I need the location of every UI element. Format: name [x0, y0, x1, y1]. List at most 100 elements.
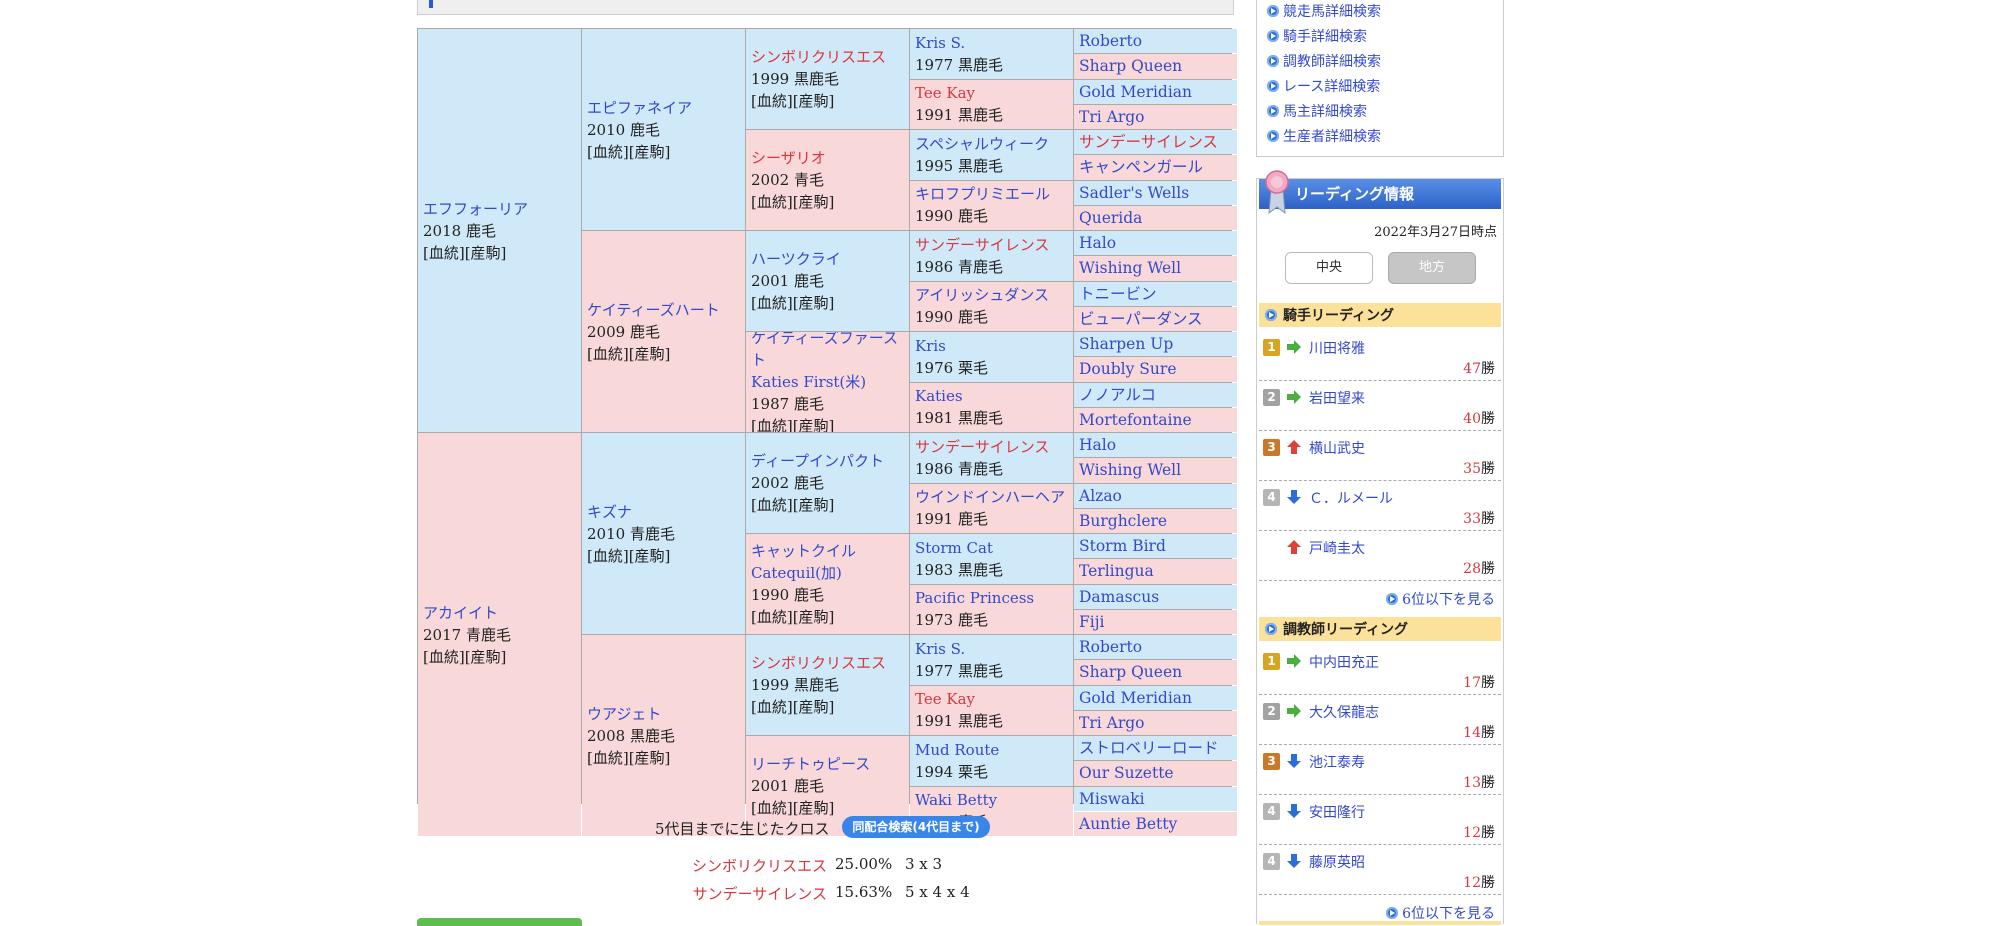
horse-name-link[interactable]: ウアジェト [587, 703, 740, 725]
leading-name-link[interactable]: 藤原英昭 [1309, 852, 1365, 872]
pedigree-links[interactable]: [血統][産駒] [423, 646, 576, 668]
horse-name-link[interactable]: Tee Kay [915, 82, 1068, 104]
horse-name-link[interactable]: ケイティーズハート [587, 299, 740, 321]
horse-name-link[interactable]: Fiji [1079, 612, 1232, 632]
cross-horse-link[interactable]: サンデーサイレンス [693, 883, 827, 904]
horse-alt-name-link[interactable]: Katies First(米) [751, 371, 904, 393]
horse-name-link[interactable]: Burghclere [1079, 511, 1232, 531]
horse-name-link[interactable]: Terlingua [1079, 561, 1232, 581]
horse-name-link[interactable]: サンデーサイレンス [915, 436, 1068, 458]
leading-name-link[interactable]: 横山武史 [1309, 438, 1365, 458]
horse-name-link[interactable]: Halo [1079, 435, 1232, 455]
cross-horse-link[interactable]: シンボリクリスエス [692, 855, 827, 876]
horse-name-link[interactable]: Sharp Queen [1079, 56, 1232, 76]
horse-name-link[interactable]: トニービン [1079, 284, 1232, 304]
search-link[interactable]: 騎手詳細検索 [1267, 26, 1367, 46]
search-link[interactable]: レース詳細検索 [1267, 76, 1380, 96]
search-link[interactable]: 調教師詳細検索 [1267, 51, 1381, 71]
search-link[interactable]: 馬主詳細検索 [1267, 101, 1367, 121]
horse-alt-name-link[interactable]: Catequil(加) [751, 562, 904, 584]
horse-name-link[interactable]: ディープインパクト [751, 450, 904, 472]
horse-name-link[interactable]: Querida [1079, 208, 1232, 228]
leading-name-link[interactable]: 安田隆行 [1309, 802, 1365, 822]
horse-name-link[interactable]: Wishing Well [1079, 258, 1232, 278]
horse-name-link[interactable]: ストロベリーロード [1079, 738, 1232, 758]
horse-name-link[interactable]: Storm Cat [915, 537, 1068, 559]
horse-name-link[interactable]: Miswaki [1079, 789, 1232, 809]
bullet-icon [1267, 5, 1279, 17]
horse-name-link[interactable]: キャットクイル [751, 540, 904, 562]
horse-name-link[interactable]: Storm Bird [1079, 536, 1232, 556]
horse-name-link[interactable]: Gold Meridian [1079, 688, 1232, 708]
horse-name-link[interactable]: エピファネイア [587, 97, 740, 119]
horse-name-link[interactable]: Our Suzette [1079, 763, 1232, 783]
horse-name-link[interactable]: キャンペンガール [1079, 157, 1232, 177]
horse-name-link[interactable]: リーチトゥピース [751, 753, 904, 775]
tab-central[interactable]: 中央 [1285, 252, 1373, 284]
leading-name-link[interactable]: 岩田望来 [1309, 388, 1365, 408]
leading-name-link[interactable]: 池江泰寿 [1309, 752, 1365, 772]
pedigree-links[interactable]: [血統][産駒] [587, 141, 740, 163]
pedigree-links[interactable]: [血統][産駒] [587, 343, 740, 365]
horse-name-link[interactable]: Roberto [1079, 31, 1232, 51]
horse-name-link[interactable]: シンボリクリスエス [751, 652, 904, 674]
horse-name-link[interactable]: シーザリオ [751, 147, 904, 169]
horse-name-link[interactable]: スペシャルウィーク [915, 133, 1068, 155]
horse-name-link[interactable]: Alzao [1079, 486, 1232, 506]
search-link[interactable]: 競走馬詳細検索 [1267, 1, 1381, 21]
leading-name-link[interactable]: 戸崎圭太 [1309, 538, 1365, 558]
leading-name-link[interactable]: 大久保龍志 [1309, 702, 1379, 722]
horse-name-link[interactable]: Sharp Queen [1079, 662, 1232, 682]
horse-name-link[interactable]: ケイティーズファースト [751, 332, 904, 371]
horse-name-link[interactable]: ビューパーダンス [1079, 309, 1232, 329]
pedigree-links[interactable]: [血統][産駒] [751, 415, 904, 432]
pedigree-links[interactable]: [血統][産駒] [751, 191, 904, 213]
horse-name-link[interactable]: キズナ [587, 501, 740, 523]
leading-name-link[interactable]: Ｃ．ルメール [1309, 488, 1393, 508]
horse-name-link[interactable]: Mud Route [915, 739, 1068, 761]
green-button[interactable] [417, 918, 582, 926]
horse-name-link[interactable]: Tri Argo [1079, 107, 1232, 127]
horse-name-link[interactable]: ウインドインハーヘア [915, 486, 1068, 508]
horse-name-link[interactable]: Doubly Sure [1079, 359, 1232, 379]
horse-name-link[interactable]: Pacific Princess [915, 587, 1068, 609]
horse-name-link[interactable]: Mortefontaine [1079, 410, 1232, 430]
horse-name-link[interactable]: Katies [915, 385, 1068, 407]
leading-name-link[interactable]: 中内田充正 [1309, 652, 1379, 672]
pedigree-links[interactable]: [血統][産駒] [587, 545, 740, 567]
pedigree-links[interactable]: [血統][産駒] [587, 747, 740, 769]
horse-name-link[interactable]: Damascus [1079, 587, 1232, 607]
horse-name-link[interactable]: Gold Meridian [1079, 82, 1232, 102]
horse-name-link[interactable]: サンデーサイレンス [1079, 132, 1232, 152]
horse-name-link[interactable]: アイリッシュダンス [915, 284, 1068, 306]
pedigree-links[interactable]: [血統][産駒] [751, 606, 904, 628]
horse-name-link[interactable]: Kris S. [915, 32, 1068, 54]
horse-name-link[interactable]: キロフプリミエール [915, 183, 1068, 205]
horse-name-link[interactable]: ハーツクライ [751, 248, 904, 270]
horse-name-link[interactable]: Kris [915, 335, 1068, 357]
horse-name-link[interactable]: ノノアルコ [1079, 385, 1232, 405]
horse-name-link[interactable]: Tee Kay [915, 688, 1068, 710]
horse-name-link[interactable]: エフフォーリア [423, 198, 576, 220]
pedigree-links[interactable]: [血統][産駒] [423, 242, 576, 264]
horse-name-link[interactable]: Sadler's Wells [1079, 183, 1232, 203]
horse-name-link[interactable]: Kris S. [915, 638, 1068, 660]
pedigree-links[interactable]: [血統][産駒] [751, 292, 904, 314]
pedigree-links[interactable]: [血統][産駒] [751, 494, 904, 516]
horse-name-link[interactable]: サンデーサイレンス [915, 234, 1068, 256]
horse-name-link[interactable]: Wishing Well [1079, 460, 1232, 480]
pedigree-links[interactable]: [血統][産駒] [751, 90, 904, 112]
tab-local[interactable]: 地方 [1388, 252, 1476, 284]
leading-name-link[interactable]: 川田将雅 [1309, 338, 1365, 358]
jockey-more-link[interactable]: 6位以下を見る [1386, 589, 1495, 609]
horse-name-link[interactable]: シンボリクリスエス [751, 46, 904, 68]
horse-name-link[interactable]: Halo [1079, 233, 1232, 253]
trainer-more-link[interactable]: 6位以下を見る [1386, 903, 1495, 923]
horse-name-link[interactable]: Tri Argo [1079, 713, 1232, 733]
search-link[interactable]: 生産者詳細検索 [1267, 126, 1381, 146]
horse-name-link[interactable]: アカイイト [423, 602, 576, 624]
horse-name-link[interactable]: Sharpen Up [1079, 334, 1232, 354]
same-mating-search-button[interactable]: 同配合検索(4代目まで) [842, 816, 990, 838]
pedigree-links[interactable]: [血統][産駒] [751, 696, 904, 718]
horse-name-link[interactable]: Roberto [1079, 637, 1232, 657]
